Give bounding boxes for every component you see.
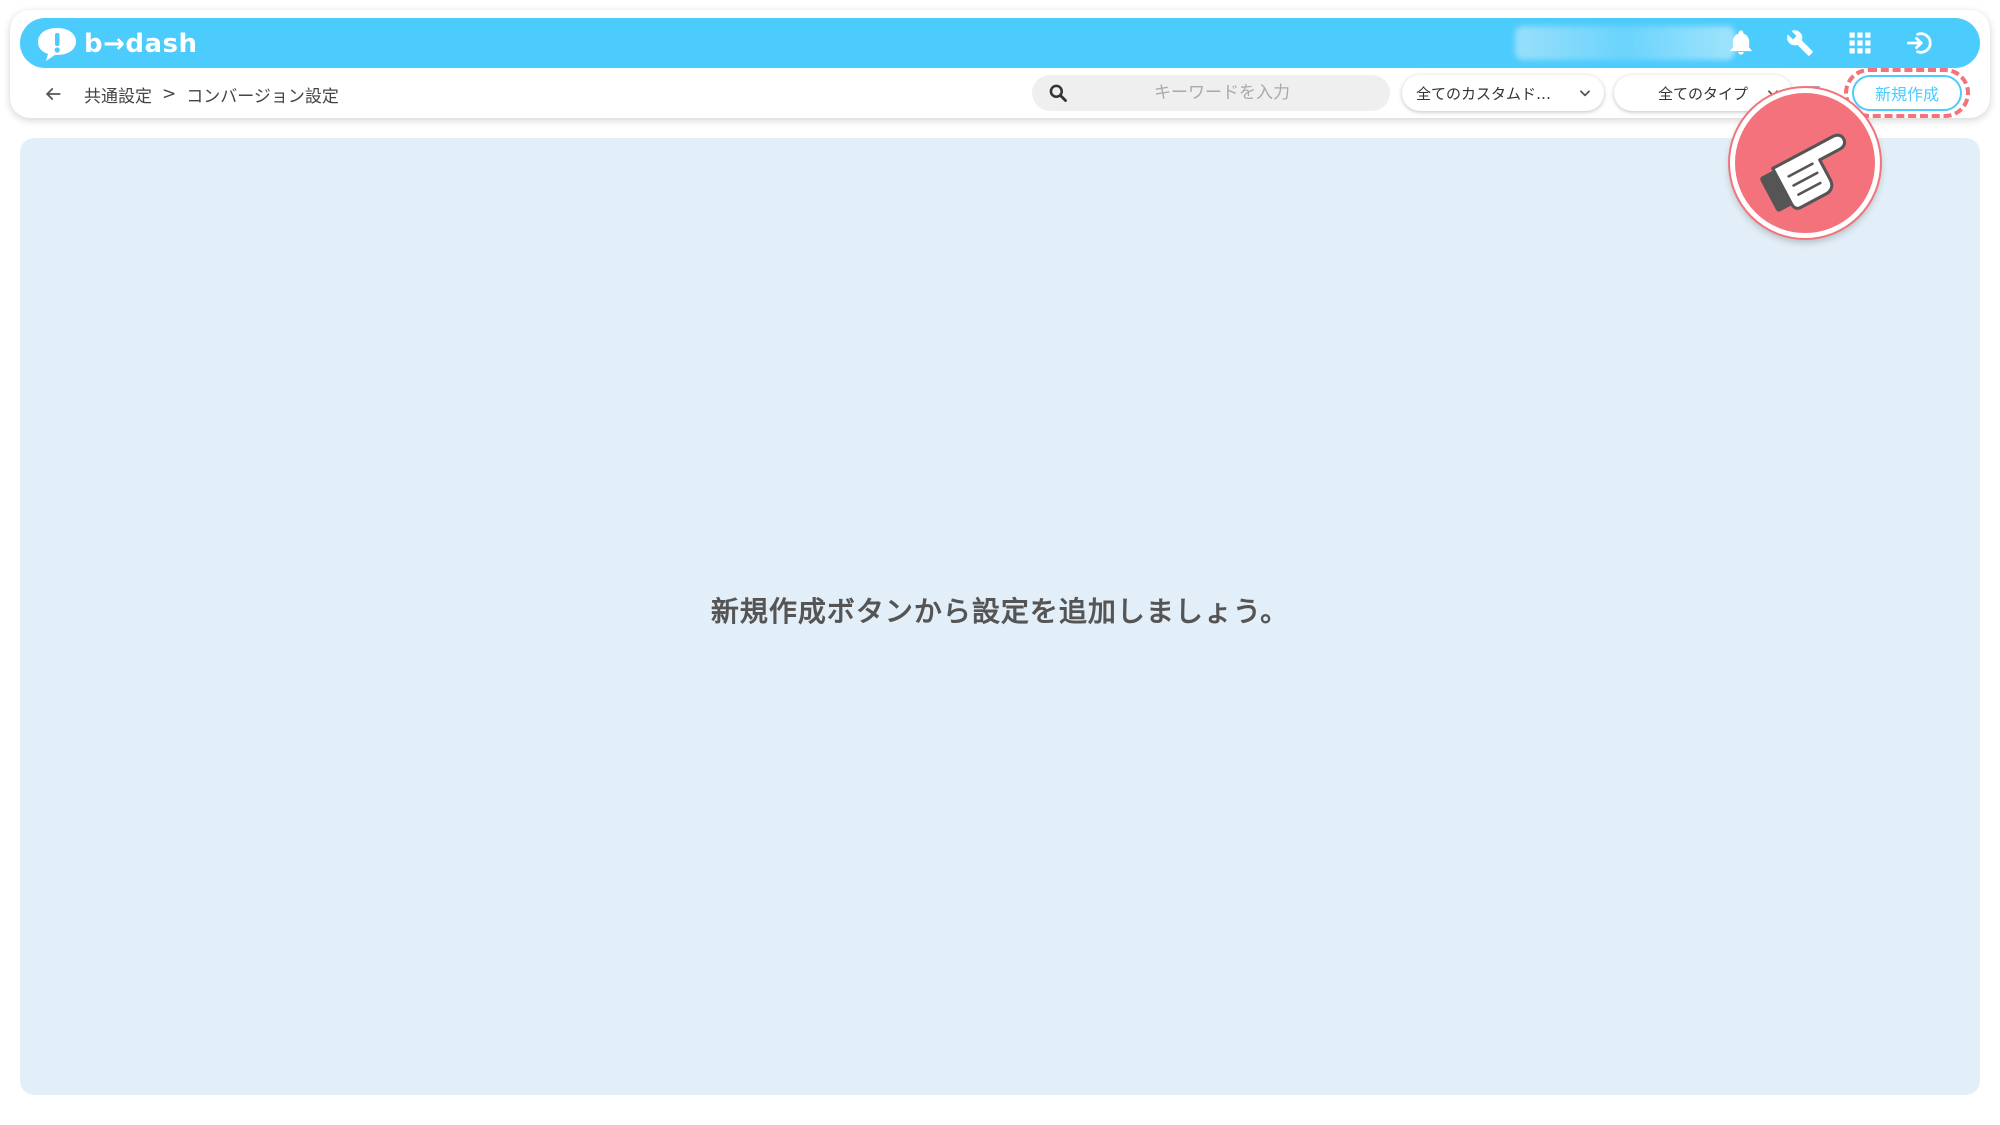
custom-filter-selected: 全てのカスタムド… <box>1416 84 1552 103</box>
arrow-left-icon <box>46 88 61 100</box>
logout-icon[interactable] <box>1904 27 1936 59</box>
breadcrumb-current: コンバージョン設定 <box>186 86 339 107</box>
create-new-button[interactable]: 新規作成 <box>1852 75 1962 111</box>
apps-grid-icon[interactable] <box>1844 27 1876 59</box>
breadcrumb: 共通設定 > コンバージョン設定 <box>84 82 339 107</box>
back-button[interactable] <box>38 80 68 108</box>
search-field[interactable] <box>1032 75 1390 111</box>
breadcrumb-separator: > <box>162 84 177 104</box>
search-input[interactable] <box>1072 75 1372 111</box>
sub-toolbar: 共通設定 > コンバージョン設定 全てのカスタムド… 全てのタイプ 新規作成 <box>20 68 1980 118</box>
main-content-area: 新規作成ボタンから設定を追加しましょう。 <box>20 138 1980 1095</box>
logo-bubble-icon <box>38 28 76 61</box>
bell-icon[interactable] <box>1725 27 1757 59</box>
chevron-down-icon <box>1580 90 1590 97</box>
breadcrumb-parent[interactable]: 共通設定 <box>84 82 152 107</box>
user-account-info[interactable] <box>1515 26 1735 60</box>
pointing-hand-badge <box>1730 88 1880 238</box>
wrench-icon[interactable] <box>1784 27 1816 59</box>
type-filter-selected: 全てのタイプ <box>1657 84 1748 103</box>
logo-text: b→dash <box>84 29 198 59</box>
top-navigation-bar: b→dash <box>20 18 1980 68</box>
empty-state-message: 新規作成ボタンから設定を追加しましょう。 <box>710 595 1290 628</box>
custom-filter-dropdown[interactable]: 全てのカスタムド… <box>1402 75 1604 111</box>
pointing-hand-icon <box>1760 133 1847 212</box>
brand-logo[interactable]: b→dash <box>36 26 198 62</box>
search-icon <box>1049 84 1067 102</box>
